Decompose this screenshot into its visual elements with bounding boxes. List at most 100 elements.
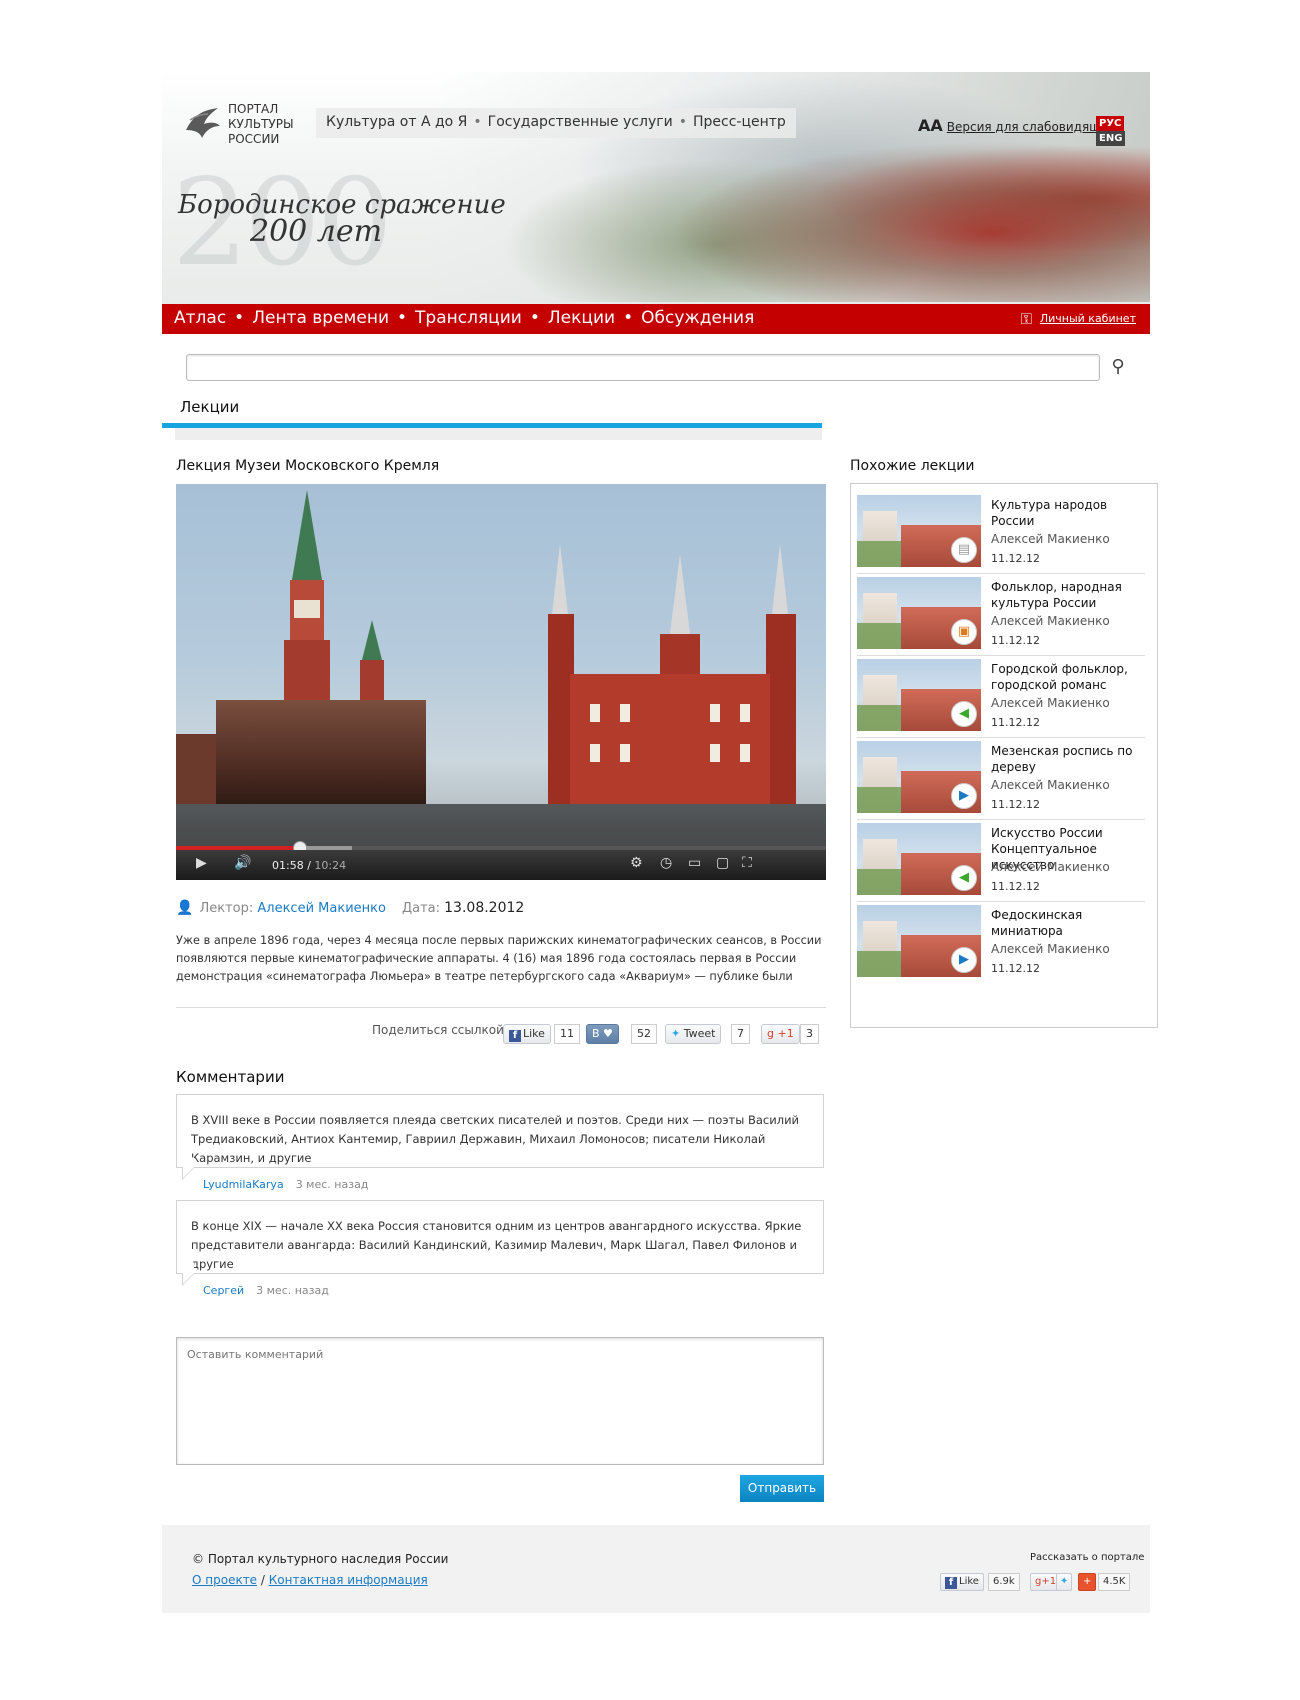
video-icon: ▶: [951, 947, 977, 973]
personal-cabinet-link[interactable]: Личный кабинет: [1040, 312, 1136, 325]
comment-text: В конце XIX — начале XX века Россия стан…: [191, 1219, 802, 1271]
thumbnail-trees: [857, 541, 901, 567]
submit-comment-button[interactable]: Отправить: [740, 1475, 824, 1502]
lecture-thumbnail[interactable]: ▣: [857, 577, 981, 649]
audio-icon: ◀: [951, 865, 977, 891]
thumbnail-trees: [857, 951, 901, 977]
similar-lecture-item[interactable]: ▤ Культура народов России Алексей Макиенко…: [857, 487, 1145, 577]
lang-ru-button[interactable]: РУС: [1096, 116, 1125, 131]
battle-painting-image: [430, 72, 1150, 302]
lecture-thumbnail[interactable]: ▶: [857, 741, 981, 813]
comment-input[interactable]: [176, 1337, 824, 1465]
main-nav-item-broadcasts[interactable]: Трансляции: [415, 308, 522, 328]
lecturer-name-link[interactable]: Алексей Макиенко: [257, 901, 386, 916]
vk-like-button[interactable]: В ♥: [586, 1024, 619, 1044]
lecture-thumbnail[interactable]: ◀: [857, 823, 981, 895]
search-input[interactable]: [186, 354, 1100, 381]
similar-lecture-author: Алексей Макиенко: [991, 942, 1110, 956]
top-navigation: Культура от А до Я • Государственные услуг…: [316, 108, 796, 138]
similar-lecture-item[interactable]: ◀ Городской фольклор, городской романс Але…: [857, 651, 1145, 741]
logo-line: ПОРТАЛ: [228, 102, 279, 116]
lecturer-label: Лектор:: [199, 901, 254, 916]
lecture-thumbnail[interactable]: ▶: [857, 905, 981, 977]
similar-lecture-date: 11.12.12: [991, 880, 1040, 893]
tweet-count: 7: [731, 1024, 750, 1044]
main-navigation: Атлас • Лента времени • Трансляции • Лекции • Об…: [162, 304, 1150, 334]
google-plus-button[interactable]: g +1: [761, 1024, 800, 1044]
contacts-link[interactable]: Контактная информация: [269, 1573, 428, 1587]
similar-lecture-title[interactable]: Фольклор, народная культура России: [991, 579, 1151, 611]
lecture-description: Уже в апреле 1896 года, через 4 месяца п…: [176, 934, 822, 983]
font-size-icon: AA: [918, 116, 943, 135]
video-controls: ▶ 🔊 01:58 / 10:24 ⚙ ◷ ▭ ▢ ⛶: [176, 850, 826, 880]
similar-lecture-item[interactable]: ◀ Искусство России Концептуальное искусст…: [857, 815, 1145, 905]
tweet-button[interactable]: ✦ Tweet: [665, 1024, 722, 1044]
portal-logo-text[interactable]: ПОРТАЛ КУЛЬТУРЫ РОССИИ: [228, 102, 294, 147]
lecture-thumbnail[interactable]: ◀: [857, 659, 981, 731]
main-nav-item-discussions[interactable]: Обсуждения: [641, 308, 754, 328]
lecture-thumbnail[interactable]: ▤: [857, 495, 981, 567]
similar-lecture-date: 11.12.12: [991, 962, 1040, 975]
fullscreen-icon[interactable]: ⛶: [742, 855, 752, 871]
main-nav-item-lectures[interactable]: Лекции: [548, 308, 615, 328]
comment-meta: LyudmilaKarya 3 мес. назад: [203, 1178, 368, 1191]
about-project-link[interactable]: О проекте: [192, 1573, 257, 1587]
topnav-link-gov-services[interactable]: Государственные услуги: [488, 114, 673, 130]
facebook-like-button[interactable]: f Like: [503, 1024, 551, 1044]
video-time: 01:58 / 10:24: [272, 859, 347, 872]
video-player[interactable]: ▶ 🔊 01:58 / 10:24 ⚙ ◷ ▭ ▢ ⛶: [176, 484, 826, 880]
date-label: Дата:: [401, 901, 440, 916]
google-plus-count: 3: [800, 1024, 819, 1044]
video-duration: 10:24: [314, 859, 347, 872]
similar-lecture-author: Алексей Макиенко: [991, 614, 1110, 628]
tell-about-portal-label: Рассказать о портале: [1030, 1552, 1145, 1563]
main-nav-item-atlas[interactable]: Атлас: [174, 308, 226, 328]
footer: [162, 1525, 1150, 1613]
footer-twitter-button[interactable]: ✦: [1056, 1573, 1073, 1591]
footer-copyright: © Портал культурного наследия России: [192, 1552, 449, 1566]
accessibility-link[interactable]: AA Версия для слабовидящих: [918, 116, 1115, 135]
similar-lecture-title[interactable]: Культура народов России: [991, 497, 1151, 529]
topnav-link-press-center[interactable]: Пресс-центр: [693, 114, 786, 130]
presentation-icon: ▤: [951, 537, 977, 563]
similar-lecture-title[interactable]: Федоскинская миниатюра: [991, 907, 1151, 939]
play-icon[interactable]: ▶: [196, 855, 207, 871]
nav-separator: •: [678, 114, 687, 130]
comment-author-link[interactable]: LyudmilaKarya: [203, 1178, 284, 1191]
similar-lecture-title[interactable]: Городской фольклор, городской романс: [991, 661, 1151, 693]
similar-lecture-item[interactable]: ▶ Мезенская роспись по дереву Алексей Маки…: [857, 733, 1145, 823]
footer-share-plus-button[interactable]: +: [1078, 1573, 1097, 1591]
similar-lecture-item[interactable]: ▣ Фольклор, народная культура России Алекс…: [857, 569, 1145, 659]
search-icon[interactable]: ⚲: [1108, 357, 1128, 377]
video-scene-spasskaya-tower: [284, 490, 330, 730]
share-label: Поделиться ссылкой:: [372, 1023, 508, 1037]
video-scene-museum: [548, 544, 796, 814]
settings-gear-icon[interactable]: ⚙: [630, 855, 643, 871]
nav-separator: •: [234, 308, 245, 328]
thumbnail-trees: [857, 623, 901, 649]
watch-later-clock-icon[interactable]: ◷: [660, 855, 672, 871]
similar-lecture-author: Алексей Макиенко: [991, 860, 1110, 874]
comment-item: В конце XIX — начале XX века Россия стан…: [176, 1200, 824, 1274]
video-current-time: 01:58: [272, 859, 304, 872]
small-player-icon[interactable]: ▭: [688, 855, 701, 871]
large-player-icon[interactable]: ▢: [716, 855, 729, 871]
accessibility-label: Версия для слабовидящих: [946, 120, 1116, 134]
nav-separator: •: [397, 308, 408, 328]
footer-facebook-like-button[interactable]: f Like: [940, 1573, 984, 1591]
similar-lecture-title[interactable]: Мезенская роспись по дереву: [991, 743, 1151, 775]
comment-author-link[interactable]: Сергей: [203, 1284, 244, 1297]
main-nav-item-timeline[interactable]: Лента времени: [252, 308, 389, 328]
topnav-link-culture-az[interactable]: Культура от А до Я: [326, 114, 467, 130]
description-divider: [176, 1007, 826, 1008]
similar-lecture-item[interactable]: ▶ Федоскинская миниатюра Алексей Макиенко 1…: [857, 897, 1145, 987]
lang-en-button[interactable]: ENG: [1096, 131, 1126, 146]
audio-icon: ◀: [951, 701, 977, 727]
volume-icon[interactable]: 🔊: [234, 855, 251, 871]
comment-time: 3 мес. назад: [256, 1284, 329, 1297]
firebird-logo-icon[interactable]: [180, 100, 224, 144]
similar-lectures-title: Похожие лекции: [850, 458, 975, 474]
key-icon[interactable]: ⚿: [1021, 310, 1032, 328]
similar-lecture-date: 11.12.12: [991, 798, 1040, 811]
similar-lecture-author: Алексей Макиенко: [991, 696, 1110, 710]
